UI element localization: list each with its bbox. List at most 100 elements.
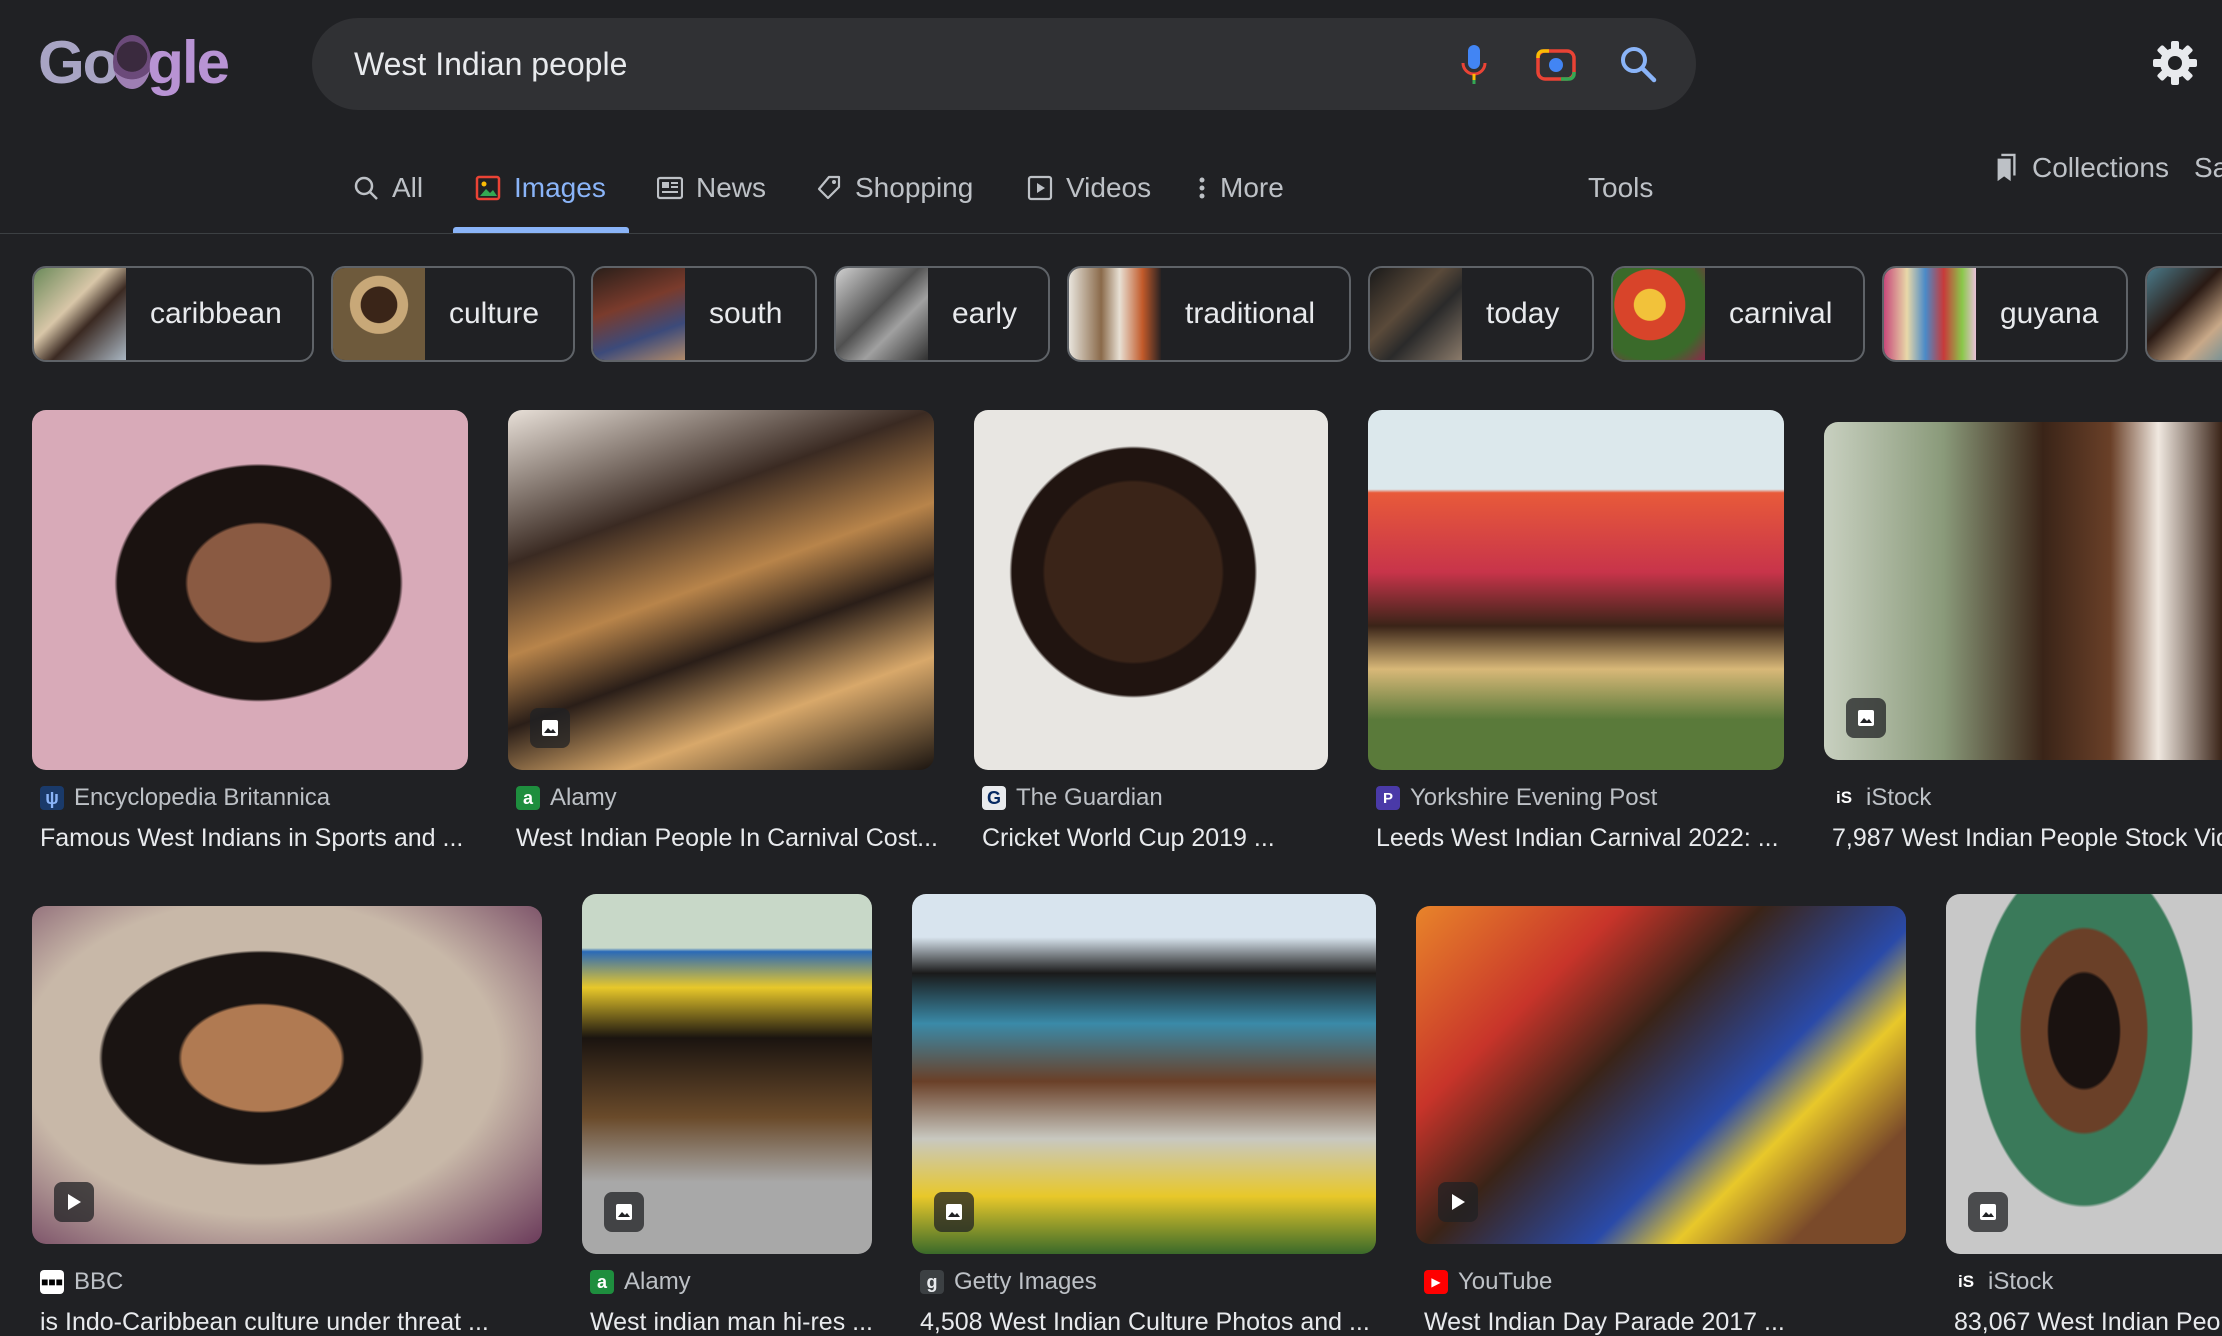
result-source[interactable]: ψ Encyclopedia Britannica: [40, 784, 330, 812]
bbc-favicon-icon: ■■■: [40, 1270, 64, 1294]
result-title[interactable]: West Indian People In Carnival Cost...: [516, 824, 936, 853]
collections-label: Collections: [2032, 152, 2169, 183]
alamy-favicon-icon: a: [516, 786, 540, 810]
yep-favicon-icon: P: [1376, 786, 1400, 810]
getty-favicon-icon: g: [920, 1270, 944, 1294]
result-title[interactable]: Cricket World Cup 2019 ...: [982, 824, 1322, 853]
result-title[interactable]: is Indo-Caribbean culture under threat .…: [40, 1308, 550, 1336]
tab-more[interactable]: More: [1196, 168, 1284, 208]
result-source[interactable]: a Alamy: [516, 784, 617, 812]
result-source[interactable]: iS iStock: [1954, 1268, 2053, 1296]
image-badge: [530, 708, 570, 748]
play-badge: [54, 1182, 94, 1222]
result-source[interactable]: iS iStock: [1832, 784, 1931, 812]
result-image[interactable]: [32, 906, 542, 1244]
safesearch-button[interactable]: Sa: [2194, 148, 2222, 188]
collections-button[interactable]: Collections: [1992, 148, 2169, 188]
chip-thumbnail: [1613, 268, 1705, 360]
tab-shopping[interactable]: Shopping: [815, 168, 973, 208]
image-badge: [1968, 1192, 2008, 1232]
result-source-label: The Guardian: [1016, 784, 1163, 811]
image-badge: [604, 1192, 644, 1232]
result-source-label: YouTube: [1458, 1268, 1553, 1295]
chip-early[interactable]: early: [834, 266, 1050, 362]
result-source[interactable]: G The Guardian: [982, 784, 1163, 812]
video-icon: [1026, 174, 1054, 202]
result-source[interactable]: ■■■ BBC: [40, 1268, 123, 1296]
doodle-icon: [113, 35, 152, 89]
result-image[interactable]: [508, 410, 934, 770]
result-image[interactable]: [1946, 894, 2222, 1254]
result-source[interactable]: P Yorkshire Evening Post: [1376, 784, 1657, 812]
chip-thumbnail: [34, 268, 126, 360]
chip-today[interactable]: today: [1368, 266, 1594, 362]
guardian-favicon-icon: G: [982, 786, 1006, 810]
result-source-label: Encyclopedia Britannica: [74, 784, 331, 811]
chip-label: carnival: [1729, 297, 1833, 330]
search-icon[interactable]: [1614, 40, 1662, 88]
chip-overflow[interactable]: [2145, 266, 2222, 362]
result-source-label: Alamy: [550, 784, 617, 811]
result-source-label: BBC: [74, 1268, 124, 1295]
chip-label: caribbean: [150, 297, 282, 330]
chip-culture[interactable]: culture: [331, 266, 575, 362]
result-image[interactable]: [1368, 410, 1784, 770]
tools-button[interactable]: Tools: [1588, 168, 1653, 208]
tag-icon: [815, 174, 843, 202]
microphone-icon[interactable]: [1450, 40, 1498, 88]
camera-lens-icon[interactable]: [1532, 40, 1580, 88]
chip-label: culture: [449, 297, 540, 330]
result-title[interactable]: 4,508 West Indian Culture Photos and ...: [920, 1308, 1380, 1336]
bookmark-icon: [1992, 153, 2020, 182]
result-source-label: iStock: [1988, 1268, 2054, 1295]
result-image[interactable]: [912, 894, 1376, 1254]
tab-images[interactable]: Images: [474, 168, 606, 208]
istock-favicon-icon: iS: [1954, 1270, 1978, 1294]
youtube-favicon-icon: ▶: [1424, 1270, 1448, 1294]
result-image[interactable]: [582, 894, 872, 1254]
chip-guyana[interactable]: guyana: [1882, 266, 2128, 362]
settings-gear-icon[interactable]: [2150, 38, 2200, 88]
tab-all[interactable]: All: [352, 168, 423, 208]
tab-images-label: Images: [514, 172, 606, 203]
tools-label: Tools: [1588, 172, 1654, 203]
chip-thumbnail: [1884, 268, 1976, 360]
chip-south[interactable]: south: [591, 266, 817, 362]
search-small-icon: [352, 174, 380, 202]
alamy-favicon-icon: a: [590, 1270, 614, 1294]
result-source[interactable]: g Getty Images: [920, 1268, 1097, 1296]
chip-label: traditional: [1185, 297, 1316, 330]
result-image[interactable]: [32, 410, 468, 770]
image-icon: [474, 174, 502, 202]
result-title[interactable]: West Indian Day Parade 2017 ...: [1424, 1308, 1904, 1336]
result-title[interactable]: 7,987 West Indian People Stock Vid: [1832, 824, 2222, 853]
result-source[interactable]: ▶ YouTube: [1424, 1268, 1552, 1296]
tab-videos[interactable]: Videos: [1026, 168, 1151, 208]
result-title[interactable]: West indian man hi-res ...: [590, 1308, 880, 1336]
result-source[interactable]: a Alamy: [590, 1268, 691, 1296]
tab-news-label: News: [696, 172, 767, 203]
chip-label: today: [1486, 297, 1560, 330]
tab-shopping-label: Shopping: [855, 172, 974, 203]
chip-traditional[interactable]: traditional: [1067, 266, 1351, 362]
news-icon: [656, 174, 684, 202]
chip-carnival[interactable]: carnival: [1611, 266, 1865, 362]
chip-label: early: [952, 297, 1018, 330]
search-input[interactable]: West Indian people: [354, 46, 1450, 83]
tab-news[interactable]: News: [656, 168, 766, 208]
result-image[interactable]: [1416, 906, 1906, 1244]
google-logo[interactable]: Go gle: [38, 24, 230, 100]
active-tab-indicator: [453, 227, 629, 233]
result-image[interactable]: [1824, 422, 2222, 760]
result-source-label: iStock: [1866, 784, 1932, 811]
result-source-label: Getty Images: [954, 1268, 1097, 1295]
tab-all-label: All: [392, 172, 424, 203]
tab-more-label: More: [1220, 172, 1284, 203]
britannica-favicon-icon: ψ: [40, 786, 64, 810]
chip-caribbean[interactable]: caribbean: [32, 266, 314, 362]
result-title[interactable]: 83,067 West Indian Peop: [1954, 1308, 2222, 1336]
search-bar[interactable]: West Indian people: [312, 18, 1696, 110]
result-image[interactable]: [974, 410, 1328, 770]
result-title[interactable]: Leeds West Indian Carnival 2022: ...: [1376, 824, 1786, 853]
result-title[interactable]: Famous West Indians in Sports and ...: [40, 824, 480, 853]
